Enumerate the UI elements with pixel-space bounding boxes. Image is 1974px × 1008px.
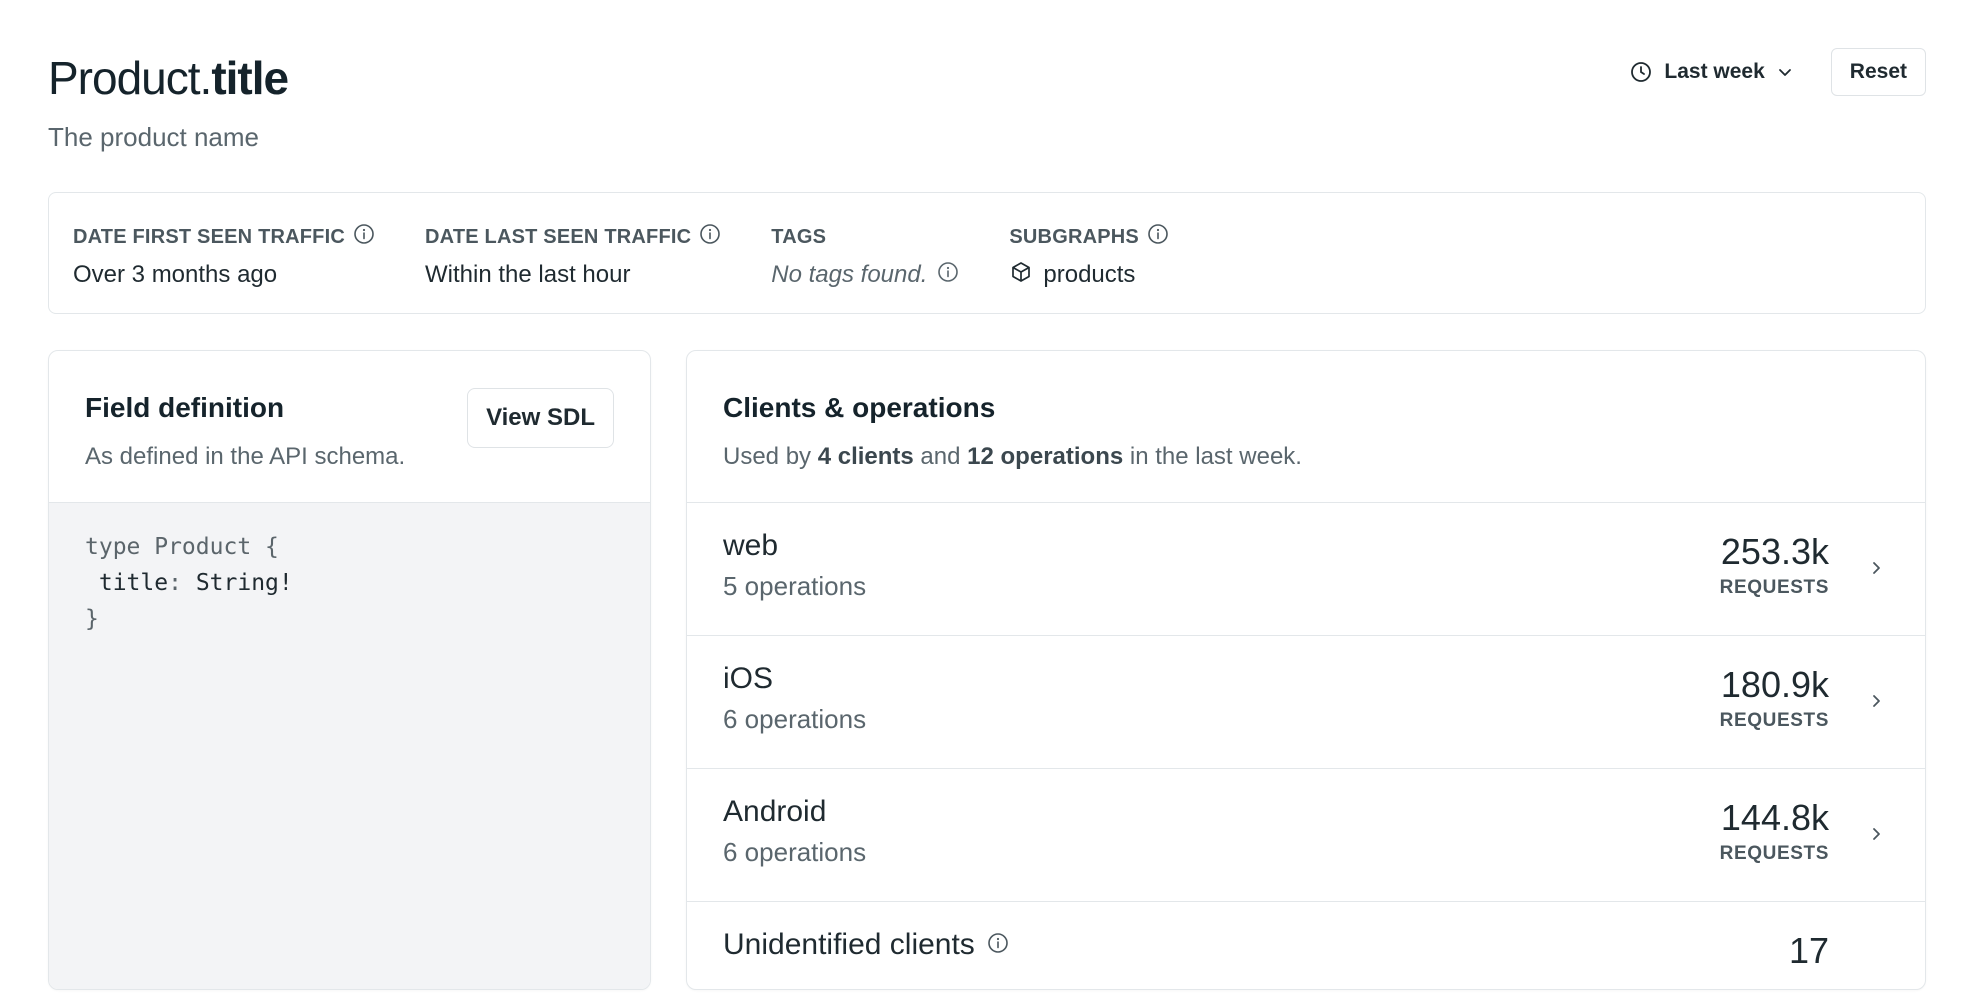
meta-last-seen-value: Within the last hour: [425, 261, 631, 288]
page-title-field: title: [211, 52, 289, 104]
code-field-sep: :: [168, 570, 196, 596]
client-requests-value: 144.8k: [1720, 797, 1829, 838]
clients-operations-header: Clients & operations Used by 4 clients a…: [687, 351, 1925, 503]
meta-first-seen-label: DATE FIRST SEEN TRAFFIC: [73, 225, 346, 248]
summary-suffix: in the last week.: [1123, 443, 1302, 470]
page-title: Product.title: [48, 50, 289, 106]
clients-operations-card: Clients & operations Used by 4 clients a…: [686, 350, 1926, 990]
info-icon[interactable]: [937, 261, 959, 290]
info-icon[interactable]: [353, 223, 375, 251]
summary-clients-count: 4 clients: [817, 443, 914, 470]
client-operations: 6 operations: [723, 704, 867, 734]
clients-operations-title: Clients & operations: [723, 392, 996, 423]
client-requests-value: 17: [1788, 930, 1829, 971]
meta-subgraphs: SUBGRAPHS products: [1009, 223, 1169, 291]
header-actions: Last week Reset: [1612, 48, 1926, 96]
subgraph-name: products: [1043, 261, 1136, 288]
field-insights-page: Product.title The product name Last week…: [0, 0, 1974, 1008]
info-icon[interactable]: [1147, 223, 1169, 251]
meta-subgraphs-label: SUBGRAPHS: [1009, 225, 1139, 248]
time-range-label: Last week: [1664, 60, 1765, 83]
cube-icon: [1009, 260, 1033, 291]
info-icon[interactable]: [699, 223, 721, 251]
meta-tags-value: No tags found.: [771, 259, 959, 291]
client-name: Android: [723, 795, 827, 828]
field-definition-header: Field definition As defined in the API s…: [49, 351, 650, 503]
client-row-android[interactable]: Android 6 operations 144.8k REQUESTS: [687, 769, 1925, 902]
summary-mid: and: [913, 443, 968, 470]
clock-icon: [1630, 61, 1652, 83]
info-icon[interactable]: [987, 926, 1009, 964]
field-definition-card: Field definition As defined in the API s…: [48, 350, 651, 990]
client-operations: 6 operations: [723, 837, 867, 867]
meta-last-seen: DATE LAST SEEN TRAFFIC Within the last h…: [425, 223, 721, 291]
meta-first-seen: DATE FIRST SEEN TRAFFIC Over 3 months ag…: [73, 223, 375, 291]
client-row-ios[interactable]: iOS 6 operations 180.9k REQUESTS: [687, 636, 1925, 769]
page-title-type: Product.: [48, 52, 212, 104]
chevron-right-icon: [1867, 692, 1885, 715]
field-metadata-bar: DATE FIRST SEEN TRAFFIC Over 3 months ag…: [48, 192, 1926, 314]
client-requests-unit: REQUESTS: [1719, 710, 1829, 731]
reset-button[interactable]: Reset: [1830, 48, 1926, 96]
client-name: Unidentified clients: [723, 926, 1889, 964]
client-requests-unit: REQUESTS: [1719, 577, 1829, 598]
clients-operations-summary: Used by 4 clients and 12 operations in t…: [723, 441, 1889, 473]
code-line-field: title: String!: [85, 565, 614, 601]
client-requests-value: 180.9k: [1720, 664, 1829, 705]
meta-tags-label: TAGS: [771, 225, 827, 248]
client-requests-value: 253.3k: [1720, 531, 1829, 572]
chevron-right-icon: [1867, 559, 1885, 582]
client-requests: 180.9k REQUESTS: [1720, 664, 1829, 734]
meta-tags: TAGS No tags found.: [771, 223, 959, 291]
subgraph-link[interactable]: products: [1009, 259, 1169, 291]
sdl-code-block: type Product { title: String! }: [49, 503, 650, 989]
summary-prefix: Used by: [723, 443, 818, 470]
meta-first-seen-value: Over 3 months ago: [73, 261, 278, 288]
code-line-type: type Product {: [85, 534, 279, 560]
code-line-close: }: [85, 606, 99, 632]
client-name: web: [723, 529, 779, 562]
client-row-unidentified[interactable]: Unidentified clients 17: [687, 902, 1925, 989]
client-requests-unit: REQUESTS: [1719, 843, 1829, 864]
chevron-down-icon: [1777, 64, 1793, 80]
code-field-type: String!: [195, 570, 293, 596]
client-requests: 253.3k REQUESTS: [1720, 531, 1829, 601]
time-range-select[interactable]: Last week: [1612, 48, 1810, 96]
chevron-right-icon: [1867, 825, 1885, 848]
client-name: iOS: [723, 662, 774, 695]
view-sdl-button[interactable]: View SDL: [467, 388, 614, 448]
client-requests: 17: [1789, 930, 1829, 972]
client-row-web[interactable]: web 5 operations 253.3k REQUESTS: [687, 503, 1925, 636]
client-operations: 5 operations: [723, 571, 867, 601]
summary-operations-count: 12 operations: [967, 443, 1124, 470]
client-requests: 144.8k REQUESTS: [1720, 797, 1829, 867]
page-subtitle: The product name: [48, 122, 260, 152]
code-field-name: title: [98, 570, 169, 596]
tags-empty-text: No tags found.: [771, 261, 928, 288]
meta-last-seen-label: DATE LAST SEEN TRAFFIC: [425, 225, 692, 248]
client-name-text: Unidentified clients: [723, 928, 975, 961]
